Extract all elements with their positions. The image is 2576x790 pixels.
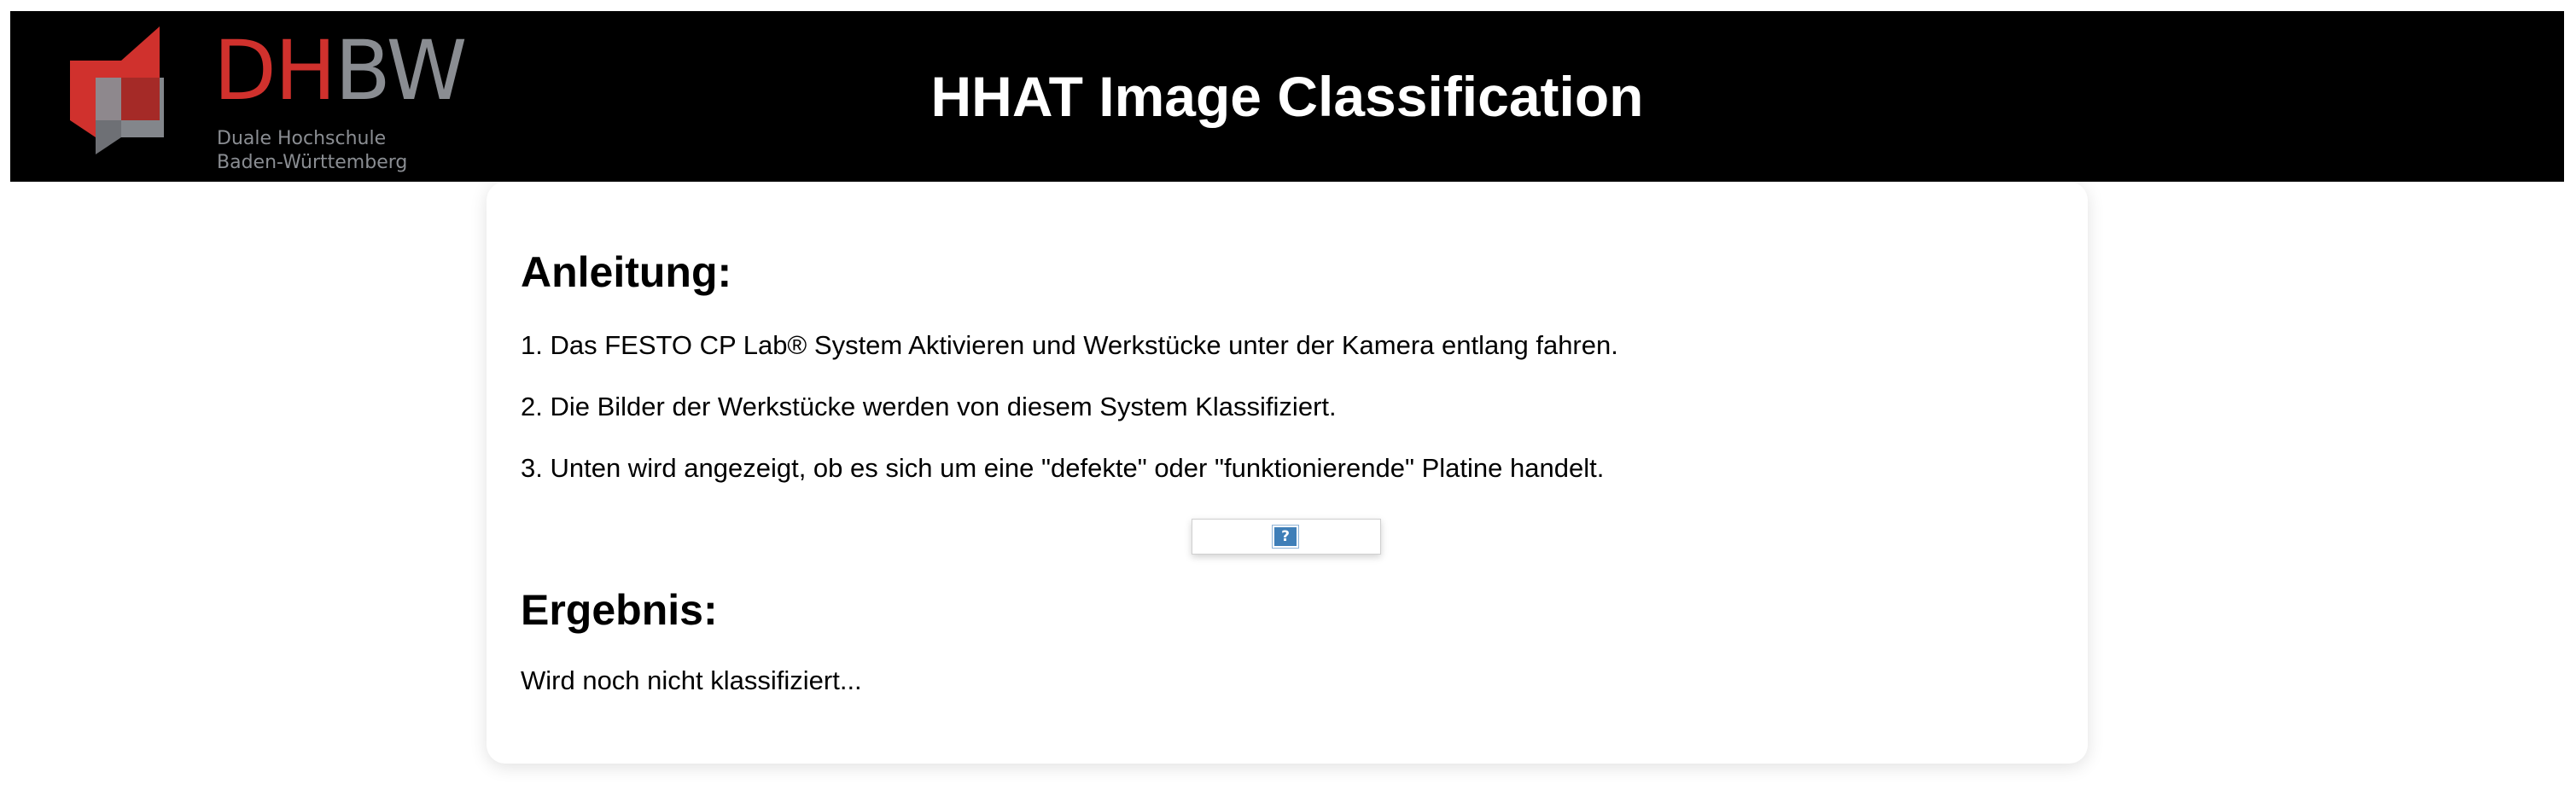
- classification-image: ?: [1192, 519, 1381, 555]
- page-title: HHAT Image Classification: [930, 65, 1644, 128]
- broken-image-icon: ?: [1272, 525, 1299, 549]
- main-card: Anleitung: 1. Das FESTO CP Lab® System A…: [487, 182, 2088, 764]
- result-text: Wird noch nicht klassifiziert...: [521, 665, 862, 695]
- instruction-step-2: 2. Die Bilder der Werkstücke werden von …: [521, 392, 1337, 421]
- instruction-step-1: 1. Das FESTO CP Lab® System Aktivieren u…: [521, 330, 1618, 360]
- header-bar: DHBW Duale Hochschule Baden-Württemberg …: [10, 11, 2564, 182]
- result-heading: Ergebnis:: [521, 586, 718, 634]
- instruction-step-3: 3. Unten wird angezeigt, ob es sich um e…: [521, 453, 1605, 483]
- instructions-heading: Anleitung:: [521, 248, 732, 296]
